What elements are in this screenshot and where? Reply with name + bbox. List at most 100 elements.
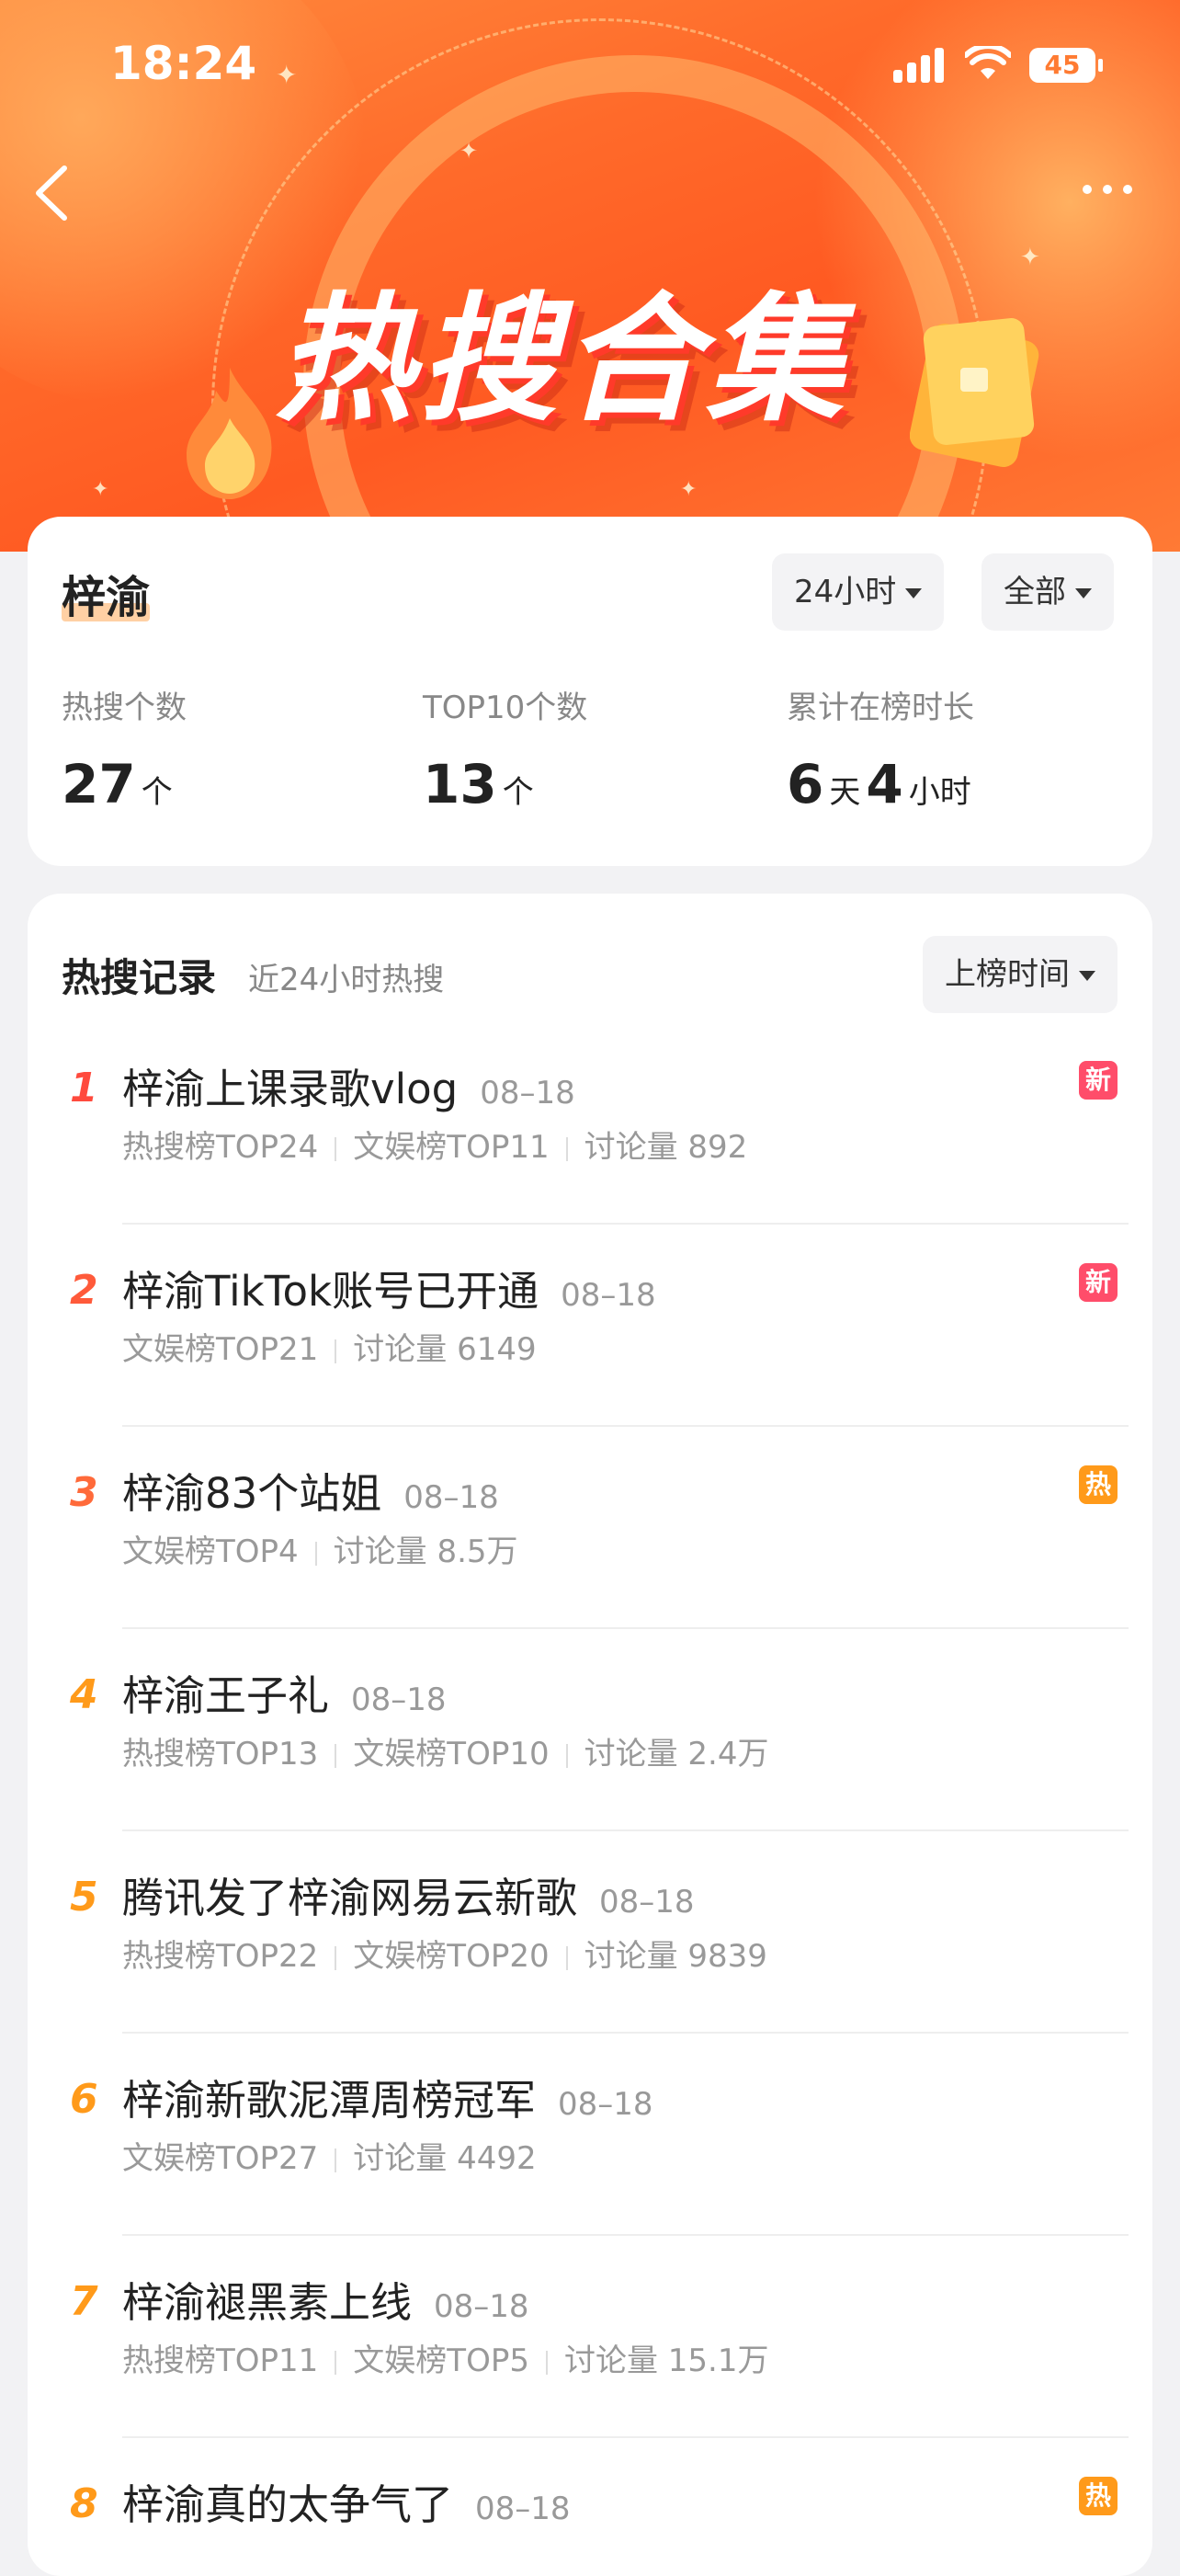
hot-badge: 热 (1079, 2477, 1118, 2515)
item-title: 梓渝上课录歌vlog 08–18 (122, 1055, 575, 1115)
stat-item: 热搜个数 27 个 (62, 682, 187, 815)
item-date: 08–18 (480, 1075, 575, 1111)
header-banner: ✦ ✦ ✦ ✦ ✦ 18:24 45 热搜合集 (0, 0, 1180, 552)
item-title-text: 梓渝上课录歌vlog (122, 1065, 459, 1113)
back-button[interactable] (28, 161, 83, 225)
meta-divider (335, 1136, 337, 1161)
stat-value: 27 个 (62, 753, 187, 815)
time-filter-dropdown[interactable]: 24小时 (772, 553, 945, 631)
meta-text: 文娱榜TOP21 (122, 1331, 319, 1368)
hot-search-item[interactable]: 3 梓渝83个站姐 08–18 文娱榜TOP4 讨论量 8.5万 热 (28, 1427, 1152, 1629)
rank-number: 6 (70, 2076, 98, 2123)
hot-search-records-card: 热搜记录 近24小时热搜 上榜时间 1 梓渝上课录歌vlog 08–18 热搜榜TOP… (28, 894, 1152, 2576)
rank-number: 5 (70, 1874, 98, 1921)
meta-text: 文娱榜TOP27 (122, 2140, 319, 2177)
more-options-button[interactable] (1075, 170, 1140, 207)
records-title: 热搜记录 (62, 955, 217, 1000)
item-meta: 热搜榜TOP13 文娱榜TOP10 讨论量 2.4万 (122, 1728, 768, 1773)
rank-number: 8 (70, 2480, 98, 2527)
item-date: 08–18 (561, 1277, 656, 1314)
meta-text: 热搜榜TOP13 (122, 1736, 319, 1772)
item-title-text: 梓渝TikTok账号已开通 (122, 1267, 539, 1316)
item-meta: 文娱榜TOP27 讨论量 4492 (122, 2133, 537, 2178)
hot-search-item[interactable]: 5 腾讯发了梓渝网易云新歌 08–18 热搜榜TOP22 文娱榜TOP20 讨论量 983… (28, 1831, 1152, 2034)
hot-search-item[interactable]: 8 梓渝真的太争气了 08–18 热 (28, 2438, 1152, 2576)
meta-text: 讨论量 892 (584, 1129, 748, 1166)
hot-search-item[interactable]: 2 梓渝TikTok账号已开通 08–18 文娱榜TOP21 讨论量 6149 新 (28, 1225, 1152, 1427)
item-title-text: 腾讯发了梓渝网易云新歌 (122, 1874, 578, 1922)
item-title-text: 梓渝褪黑素上线 (122, 2278, 413, 2327)
stat-label: TOP10个数 (423, 690, 588, 726)
wifi-icon (963, 43, 1013, 90)
stat-number: 4 (866, 753, 903, 815)
summary-card: 梓渝 24小时 全部 热搜个数 27 个 TOP10个数 13 个 累计在榜时长 6 天 4 小时 (28, 517, 1152, 866)
meta-text: 文娱榜TOP5 (353, 2342, 529, 2379)
stat-item: TOP10个数 13 个 (423, 682, 587, 815)
folder-icon (909, 303, 1048, 469)
item-title-text: 梓渝新歌泥潭周榜冠军 (122, 2076, 537, 2125)
hot-search-item[interactable]: 6 梓渝新歌泥潭周榜冠军 08–18 文娱榜TOP27 讨论量 4492 (28, 2034, 1152, 2236)
stat-value: 6 天 4 小时 (787, 753, 977, 815)
item-title: 梓渝TikTok账号已开通 08–18 (122, 1258, 656, 1317)
category-filter-label: 全部 (1004, 574, 1066, 610)
meta-divider (335, 1945, 337, 1970)
item-title: 梓渝真的太争气了 08–18 (122, 2471, 571, 2531)
meta-text: 热搜榜TOP11 (122, 2342, 319, 2379)
cellular-signal-icon (893, 48, 948, 83)
meta-divider (565, 1136, 568, 1161)
meta-text: 讨论量 6149 (353, 1331, 537, 1368)
flame-icon (179, 363, 280, 501)
item-title: 梓渝新歌泥潭周榜冠军 08–18 (122, 2067, 653, 2126)
item-meta: 文娱榜TOP21 讨论量 6149 (122, 1324, 537, 1369)
item-meta: 热搜榜TOP22 文娱榜TOP20 讨论量 9839 (122, 1931, 767, 1976)
item-title-text: 梓渝83个站姐 (122, 1469, 382, 1518)
stat-label: 热搜个数 (62, 690, 187, 726)
sort-dropdown[interactable]: 上榜时间 (923, 936, 1118, 1013)
stat-label: 累计在榜时长 (787, 690, 974, 726)
item-title: 梓渝83个站姐 08–18 (122, 1460, 499, 1520)
rank-number: 3 (70, 1469, 98, 1516)
hot-search-item[interactable]: 4 梓渝王子礼 08–18 热搜榜TOP13 文娱榜TOP10 讨论量 2.4万 (28, 1629, 1152, 1831)
records-subtitle: 近24小时热搜 (248, 962, 445, 998)
battery-icon: 45 (1029, 48, 1103, 83)
new-badge: 新 (1079, 1263, 1118, 1302)
item-title: 梓渝褪黑素上线 08–18 (122, 2269, 529, 2329)
meta-divider (545, 2350, 548, 2375)
meta-text: 文娱榜TOP4 (122, 1533, 299, 1570)
sort-label: 上榜时间 (945, 956, 1070, 993)
meta-divider (565, 1945, 568, 1970)
chevron-left-icon (36, 165, 67, 221)
meta-divider (335, 2148, 337, 2172)
meta-divider (335, 1743, 337, 1768)
meta-divider (335, 1339, 337, 1363)
meta-text: 文娱榜TOP11 (353, 1129, 550, 1166)
category-filter-dropdown[interactable]: 全部 (981, 553, 1114, 631)
item-date: 08–18 (599, 1884, 695, 1921)
meta-text: 讨论量 2.4万 (584, 1736, 769, 1772)
stat-unit: 天 (829, 774, 861, 811)
item-date: 08–18 (403, 1479, 499, 1516)
stat-item: 累计在榜时长 6 天 4 小时 (787, 682, 977, 815)
stat-value: 13 个 (423, 753, 587, 815)
meta-text: 讨论量 8.5万 (333, 1533, 518, 1570)
hot-search-item[interactable]: 1 梓渝上课录歌vlog 08–18 热搜榜TOP24 文娱榜TOP11 讨论量 892 新 (28, 1022, 1152, 1225)
stat-number: 27 (62, 753, 136, 815)
item-date: 08–18 (475, 2491, 571, 2527)
meta-text: 讨论量 4492 (353, 2140, 537, 2177)
topic-name: 梓渝 (62, 572, 151, 623)
item-meta: 文娱榜TOP4 讨论量 8.5万 (122, 1526, 518, 1571)
item-date: 08–18 (434, 2288, 529, 2325)
item-date: 08–18 (351, 1681, 447, 1718)
caret-down-icon (1075, 588, 1092, 598)
meta-text: 讨论量 15.1万 (563, 2342, 769, 2379)
item-title: 腾讯发了梓渝网易云新歌 08–18 (122, 1864, 695, 1924)
meta-text: 热搜榜TOP22 (122, 1938, 319, 1975)
rank-number: 4 (70, 1671, 98, 1718)
item-date: 08–18 (558, 2086, 653, 2123)
stat-unit: 小时 (908, 774, 971, 811)
meta-divider (314, 1541, 317, 1566)
meta-text: 文娱榜TOP10 (353, 1736, 550, 1772)
rank-number: 7 (70, 2278, 98, 2325)
hot-search-item[interactable]: 7 梓渝褪黑素上线 08–18 热搜榜TOP11 文娱榜TOP5 讨论量 15.1万 (28, 2236, 1152, 2438)
item-meta: 热搜榜TOP24 文娱榜TOP11 讨论量 892 (122, 1122, 747, 1167)
